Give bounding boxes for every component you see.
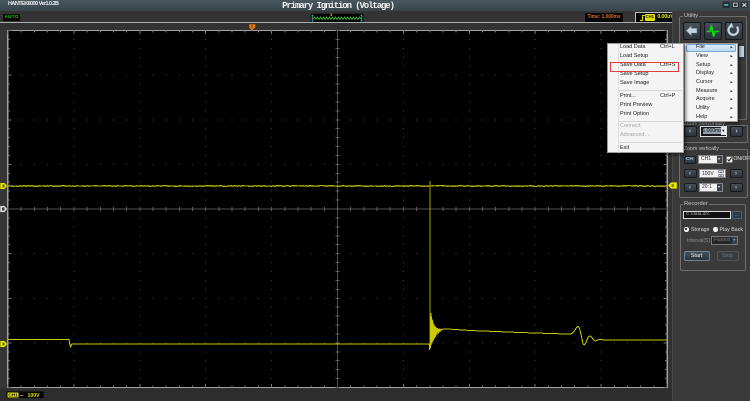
svg-text:CH1: CH1 bbox=[8, 393, 18, 399]
svg-text:100V: 100V bbox=[28, 393, 41, 399]
svg-text:⎓: ⎓ bbox=[20, 393, 24, 399]
